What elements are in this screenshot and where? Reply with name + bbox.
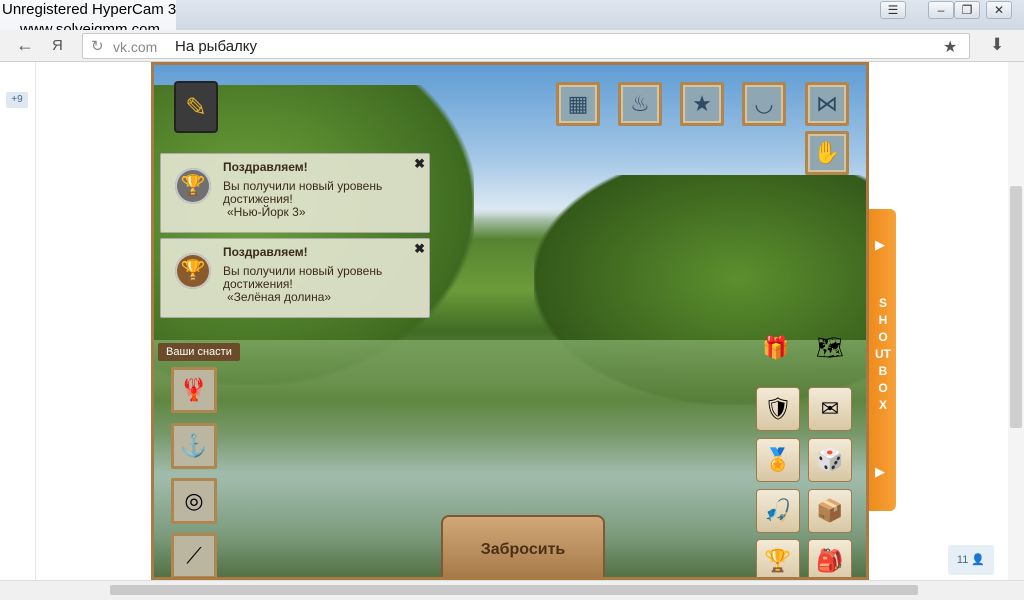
notification-title: Поздравляем! xyxy=(223,245,308,259)
vertical-scroll-thumb[interactable] xyxy=(1010,186,1022,428)
medal-button[interactable]: 🏅 xyxy=(756,438,800,482)
fish-bait-icon[interactable]: ✋ xyxy=(805,131,849,175)
bookmark-star-icon[interactable]: ★ xyxy=(943,37,957,57)
shoutbox-label: SHOUTBOX xyxy=(875,296,891,412)
address-bar: ← Я ↻ vk.com На рыбалку ★ ⬇ xyxy=(0,30,1024,62)
notebook-icon[interactable]: ✎ xyxy=(176,83,216,131)
game-frame[interactable]: ✎ ▦ ♨ ★ ◡ ⋈ ✋ 🏆 Поздравляем! Вы получили… xyxy=(151,62,869,580)
horizontal-scroll-thumb[interactable] xyxy=(110,585,918,595)
download-icon[interactable]: ⬇ xyxy=(990,35,1004,55)
rod-slot[interactable]: ⟋ xyxy=(171,533,217,577)
back-arrow-icon[interactable]: ← xyxy=(16,35,34,56)
arrow-right-icon[interactable]: ▶ xyxy=(875,464,885,480)
url-field[interactable]: ↻ vk.com На рыбалку ★ xyxy=(82,33,970,59)
gift-button[interactable]: 🎁 xyxy=(754,327,798,371)
box-button[interactable]: 📦 xyxy=(808,489,852,533)
page-title: На рыбалку xyxy=(175,38,258,55)
trophy-button[interactable]: 🏆 xyxy=(756,539,800,577)
mail-button[interactable]: ✉ xyxy=(808,387,852,431)
stars-icon[interactable]: ★ xyxy=(680,82,724,126)
notification-body: Вы получили новый уровень достижения! «З… xyxy=(223,264,383,304)
arrow-right-icon[interactable]: ▶ xyxy=(875,237,885,253)
crayfish-bait-slot[interactable]: 🦞 xyxy=(171,367,217,413)
notification-title: Поздравляем! xyxy=(223,160,308,174)
close-window-button[interactable]: ✕ xyxy=(986,1,1012,19)
yandex-icon[interactable]: Я xyxy=(52,37,63,54)
hook-slot[interactable]: ⚓ xyxy=(171,423,217,469)
close-icon[interactable]: ✖ xyxy=(414,241,425,257)
fire-icon[interactable]: ♨ xyxy=(618,82,662,126)
minimize-button[interactable]: – xyxy=(928,1,954,19)
notification-badge[interactable]: +9 xyxy=(6,92,28,108)
vertical-scrollbar[interactable] xyxy=(1008,62,1024,580)
menu-button[interactable]: ☰ xyxy=(880,1,906,19)
close-icon[interactable]: ✖ xyxy=(414,156,425,172)
reload-icon[interactable]: ↻ xyxy=(91,37,104,55)
dice-button[interactable]: 🎲 xyxy=(808,438,852,482)
online-counter[interactable]: 11 👤 xyxy=(948,545,994,575)
restore-button[interactable]: ❐ xyxy=(954,1,980,19)
backpack-button[interactable]: 🎒 xyxy=(808,539,852,577)
net-icon[interactable]: ▦ xyxy=(556,82,600,126)
cast-button[interactable]: Забросить xyxy=(441,515,605,577)
rod-shop-button[interactable]: 🎣 xyxy=(756,489,800,533)
map-button[interactable]: 🗺 xyxy=(808,327,852,371)
notification-body: Вы получили новый уровень достижения! «Н… xyxy=(223,179,383,219)
landing-net-icon[interactable]: ⋈ xyxy=(805,82,849,126)
url-host: vk.com xyxy=(113,39,158,55)
bronze-trophy-icon: 🏆 xyxy=(175,253,211,289)
tackle-label: Ваши снасти xyxy=(158,343,240,361)
left-sidebar: +9 xyxy=(0,62,36,580)
watermark-line-1: Unregistered HyperCam 3 xyxy=(2,1,177,18)
achievement-notification: 🏆 Поздравляем! Вы получили новый уровень… xyxy=(160,153,430,233)
silver-trophy-icon: 🏆 xyxy=(175,168,211,204)
reel-slot[interactable]: ◎ xyxy=(171,478,217,524)
bucket-icon[interactable]: ◡ xyxy=(742,82,786,126)
achievement-notification: 🏆 Поздравляем! Вы получили новый уровень… xyxy=(160,238,430,318)
shoutbox-tab[interactable]: ▶ SHOUTBOX ▶ xyxy=(869,209,896,511)
horizontal-scrollbar[interactable] xyxy=(0,580,1024,600)
rank-shield-button[interactable]: 🛡 xyxy=(756,387,800,431)
